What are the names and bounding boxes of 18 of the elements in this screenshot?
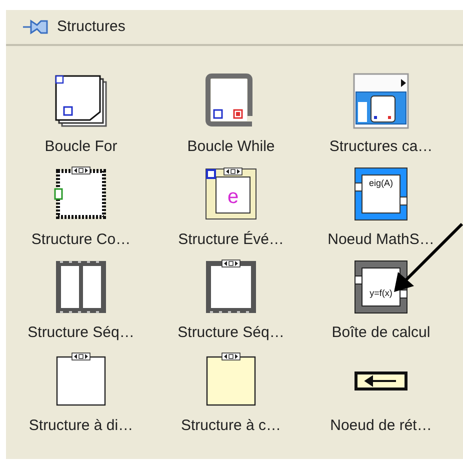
palette-item-label[interactable]: Structure Évé…	[178, 228, 284, 251]
palette-item-label[interactable]: Structure Co…	[31, 228, 131, 251]
palette-item-label[interactable]: Boucle While	[187, 136, 275, 158]
palette-title: Structures	[57, 16, 126, 37]
palette-item-label[interactable]: Noeud de rét…	[330, 414, 432, 437]
palette-item-label[interactable]: Structure Séq…	[28, 322, 134, 344]
pin-icon	[23, 19, 49, 35]
palette-item-label[interactable]: Structure à di…	[28, 414, 134, 437]
palette-item-label[interactable]: Noeud MathS…	[328, 228, 434, 251]
palette-item-label[interactable]: Structures ca…	[329, 136, 433, 158]
timed-structure-icon	[352, 72, 410, 130]
palette-item-label[interactable]: Boucle For	[44, 136, 118, 158]
feedback-node-icon	[354, 370, 408, 390]
palette-item-label[interactable]: Structure Séq…	[178, 322, 284, 344]
formula-node-icon: y=f(x)	[352, 258, 410, 316]
palette-item-label[interactable]: Structure à c…	[180, 414, 282, 437]
palette-item-label[interactable]: Boîte de calcul	[332, 322, 430, 344]
mathscript-node-icon: eig(A)	[352, 164, 410, 222]
